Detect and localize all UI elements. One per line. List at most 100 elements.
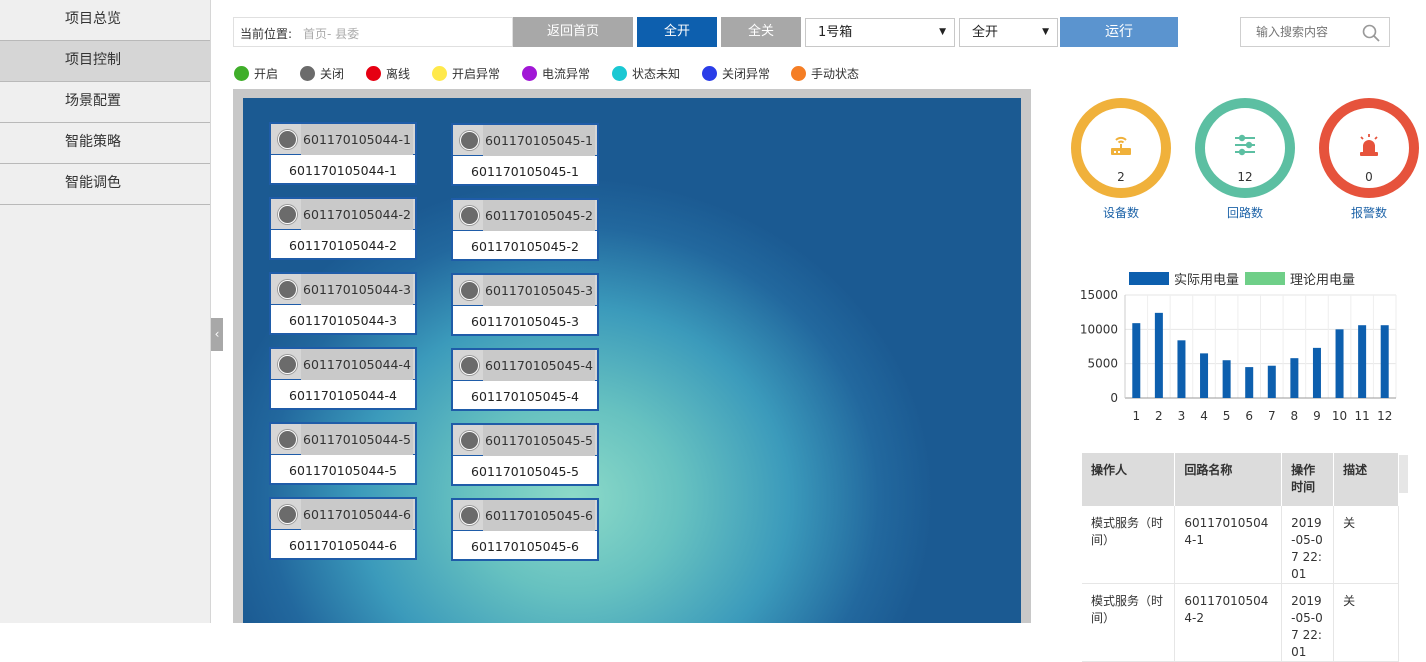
chevron-down-icon: ▼ bbox=[939, 27, 946, 37]
switch-card[interactable]: 601170105045-1 601170105045-1 bbox=[451, 123, 599, 186]
sidebar-item-overview[interactable]: 项目总览 bbox=[0, 0, 210, 41]
device-count-stat: 2 设备数 bbox=[1071, 98, 1171, 220]
mode-select-value: 全开 bbox=[972, 25, 999, 40]
status-bulb-icon bbox=[460, 431, 479, 450]
switch-card-header: 601170105045-1 bbox=[453, 125, 597, 156]
legend-item-current-error: 电流异常 bbox=[522, 64, 590, 82]
back-home-button[interactable]: 返回首页 bbox=[513, 17, 633, 47]
sidebar-collapse-button[interactable]: ‹ bbox=[211, 318, 223, 351]
power-usage-chart: 0500010000150001 2 3 4 5 6 7 8 9 10 11 12实际用电量 理论用电量 bbox=[1080, 272, 1397, 423]
status-dot bbox=[234, 65, 249, 81]
switch-card-header: 601170105044-3 bbox=[271, 274, 415, 305]
table-cell-circuit: 601170105044-1 bbox=[1174, 506, 1283, 584]
switch-card[interactable]: 601170105045-3 601170105045-3 bbox=[451, 273, 599, 336]
status-bulb-icon bbox=[278, 280, 297, 299]
status-bulb-icon bbox=[278, 505, 297, 524]
switch-card-name: 601170105045-3 bbox=[471, 314, 579, 329]
alarm-count-stat: 0 报警数 bbox=[1319, 98, 1419, 220]
sidebar: 项目总览 项目控制 场景配置 智能策略 智能调色 bbox=[0, 0, 211, 623]
status-bulb-icon bbox=[278, 355, 297, 374]
y-tick-label: 10000 bbox=[1080, 322, 1118, 336]
all-on-button[interactable]: 全开 bbox=[637, 17, 717, 47]
switch-card-title: 601170105045-5 bbox=[483, 425, 595, 456]
bar bbox=[1358, 325, 1367, 398]
x-tick-label: 1 bbox=[1132, 409, 1140, 423]
switch-card[interactable]: 601170105044-6 601170105044-6 bbox=[269, 497, 417, 560]
circuit-count-value: 12 bbox=[1237, 170, 1253, 184]
sidebar-item-smart-strategy[interactable]: 智能策略 bbox=[0, 123, 210, 164]
device-count-ring: 2 bbox=[1071, 98, 1171, 198]
column-header-operator[interactable]: 操作人 bbox=[1082, 453, 1176, 506]
all-off-button[interactable]: 全关 bbox=[721, 17, 801, 47]
switch-card-title: 601170105045-6 bbox=[483, 500, 595, 531]
switch-card[interactable]: 601170105045-6 601170105045-6 bbox=[451, 498, 599, 561]
x-tick-label: 11 bbox=[1354, 409, 1369, 423]
sidebar-item-control[interactable]: 项目控制 bbox=[0, 41, 210, 82]
sidebar-item-scene-config[interactable]: 场景配置 bbox=[0, 82, 210, 123]
status-bulb-icon bbox=[460, 281, 479, 300]
switch-card-name: 601170105044-2 bbox=[289, 238, 397, 253]
table-cell-description: 关 bbox=[1333, 506, 1399, 584]
status-bulb-icon bbox=[460, 506, 479, 525]
bar bbox=[1132, 323, 1141, 398]
switch-card[interactable]: 601170105045-2 601170105045-2 bbox=[451, 198, 599, 261]
switch-card-header: 601170105044-1 bbox=[271, 124, 415, 155]
table-row[interactable]: 模式服务（时间） 601170105044-1 2019-05-07 22:01… bbox=[1082, 506, 1399, 584]
switch-card-name: 601170105045-2 bbox=[471, 239, 579, 254]
sliders-icon bbox=[1235, 134, 1255, 156]
legend-item-unknown: 状态未知 bbox=[612, 64, 680, 82]
status-dot bbox=[432, 65, 447, 81]
status-dot bbox=[300, 65, 315, 81]
bar bbox=[1222, 360, 1231, 398]
switch-card[interactable]: 601170105044-5 601170105044-5 bbox=[269, 422, 417, 485]
legend-item-on-error: 开启异常 bbox=[432, 64, 500, 82]
bar bbox=[1312, 347, 1321, 398]
y-tick-label: 0 bbox=[1110, 391, 1118, 405]
router-icon bbox=[1111, 136, 1131, 155]
search-icon[interactable] bbox=[1362, 24, 1380, 42]
alarm-count-label[interactable]: 报警数 bbox=[1319, 204, 1419, 221]
x-tick-label: 8 bbox=[1291, 409, 1299, 423]
switch-card[interactable]: 601170105044-1 601170105044-1 bbox=[269, 122, 417, 185]
legend-swatch bbox=[1245, 272, 1285, 285]
switch-card-header: 601170105044-2 bbox=[271, 199, 415, 230]
switch-panel: 601170105044-1 601170105044-1 601170105044… bbox=[243, 98, 1021, 623]
alarm-count-ring: 0 bbox=[1319, 98, 1419, 198]
legend-item-off-error: 关闭异常 bbox=[702, 64, 770, 82]
mode-select[interactable]: 全开 ▼ bbox=[959, 18, 1058, 47]
device-count-label[interactable]: 设备数 bbox=[1071, 204, 1171, 221]
y-tick-label: 5000 bbox=[1087, 357, 1118, 371]
switch-card[interactable]: 601170105044-4 601170105044-4 bbox=[269, 347, 417, 410]
switch-card-header: 601170105044-4 bbox=[271, 349, 415, 380]
legend-label: 理论用电量 bbox=[1290, 273, 1355, 288]
bar bbox=[1335, 329, 1344, 398]
circuit-count-ring: 12 bbox=[1195, 98, 1295, 198]
status-bulb-icon bbox=[460, 206, 479, 225]
switch-card-title: 601170105044-2 bbox=[301, 199, 413, 230]
switch-card[interactable]: 601170105044-3 601170105044-3 bbox=[269, 272, 417, 335]
switch-card-title: 601170105045-2 bbox=[483, 200, 595, 231]
bar bbox=[1267, 365, 1276, 398]
column-header-description[interactable]: 描述 bbox=[1333, 453, 1399, 506]
breadcrumb-label: 当前位置: bbox=[240, 27, 293, 41]
circuit-count-stat: 12 回路数 bbox=[1195, 98, 1295, 220]
switch-card-header: 601170105044-6 bbox=[271, 499, 415, 530]
box-select[interactable]: 1号箱 ▼ bbox=[805, 18, 955, 47]
column-header-circuit[interactable]: 回路名称 bbox=[1174, 453, 1283, 506]
circuit-count-label[interactable]: 回路数 bbox=[1195, 204, 1295, 221]
table-header-row: 操作人 回路名称 操作时间 描述 bbox=[1082, 453, 1399, 506]
status-dot bbox=[702, 65, 717, 81]
switch-card[interactable]: 601170105045-4 601170105045-4 bbox=[451, 348, 599, 411]
switch-card-name: 601170105044-1 bbox=[289, 163, 397, 178]
switch-card-name: 601170105044-4 bbox=[289, 388, 397, 403]
switch-card[interactable]: 601170105044-2 601170105044-2 bbox=[269, 197, 417, 260]
run-button[interactable]: 运行 bbox=[1060, 17, 1178, 47]
search-input[interactable] bbox=[1256, 25, 1356, 39]
bar bbox=[1177, 340, 1186, 398]
switch-card[interactable]: 601170105045-5 601170105045-5 bbox=[451, 423, 599, 486]
status-bulb-icon bbox=[278, 430, 297, 449]
search-box bbox=[1240, 17, 1390, 47]
sidebar-item-smart-color[interactable]: 智能调色 bbox=[0, 164, 210, 205]
column-header-time[interactable]: 操作时间 bbox=[1281, 453, 1335, 506]
table-scrollbar[interactable] bbox=[1399, 455, 1408, 493]
